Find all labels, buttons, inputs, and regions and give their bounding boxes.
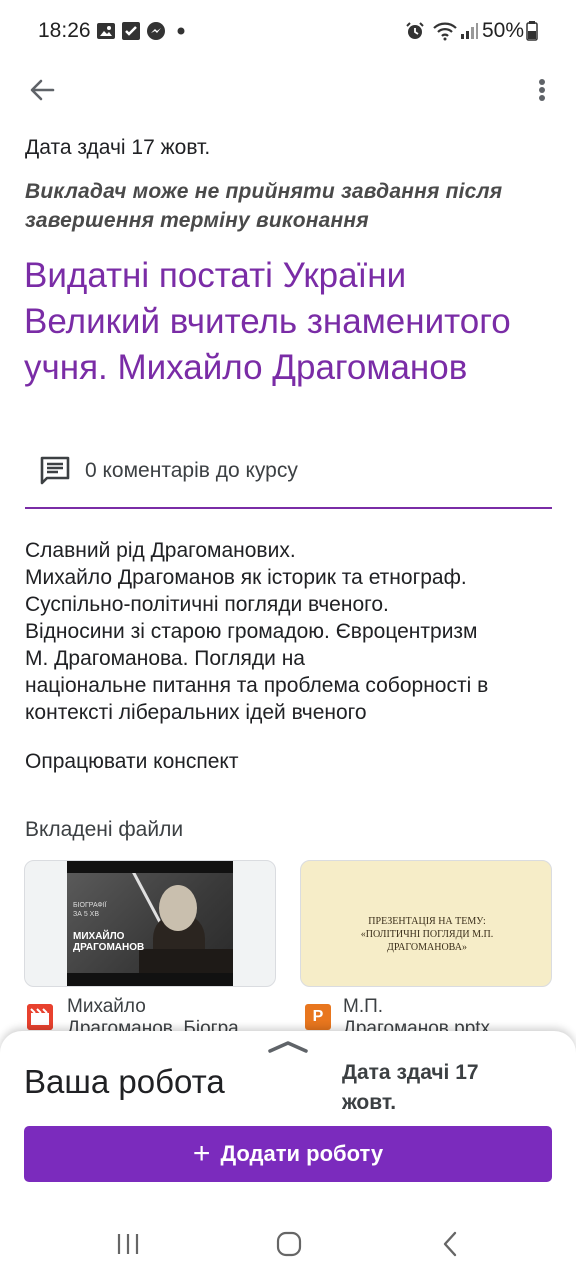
chevron-left-icon (443, 1231, 457, 1257)
attachment-video-card[interactable]: БІОГРАФІЇ ЗА 5 ХВ МИХАЙЛО ДРАГОМАНОВ (24, 860, 276, 987)
attachment-pptx-name[interactable]: М.П. Драгоманов.pptx (343, 996, 543, 1036)
video-file-icon (27, 1004, 53, 1030)
description-line: Славний рід Драгоманових. (25, 539, 296, 562)
add-work-label: Додати роботу (220, 1141, 384, 1166)
attachment-pptx-card[interactable]: ПРЕЗЕНТАЦІЯ НА ТЕМУ: «ПОЛІТИЧНІ ПОГЛЯДИ … (300, 860, 552, 987)
comments-label: 0 коментарів до курсу (85, 459, 298, 482)
alarm-icon (406, 22, 424, 39)
description-line: національне питання та проблема соборнос… (25, 674, 489, 697)
pptx-thumbnail-text: ПРЕЗЕНТАЦІЯ НА ТЕМУ: «ПОЛІТИЧНІ ПОГЛЯДИ … (360, 916, 494, 953)
battery-icon (526, 21, 538, 41)
due-date: Дата здачі 17 жовт. (25, 136, 211, 159)
sheet-due-date: Дата здачі 17 жовт. (342, 1061, 479, 1114)
description-line: Суспільно-політичні погляди вченого. (25, 593, 389, 616)
back-button[interactable] (20, 70, 64, 110)
check-icon (122, 22, 140, 40)
wifi-icon (433, 22, 457, 41)
description-line: М. Драгоманова. Погляди на (25, 647, 305, 670)
more-vert-icon (539, 79, 545, 101)
thumb-small-text: БІОГРАФІЇ ЗА 5 ХВ (73, 902, 107, 918)
status-time: 18:26 (38, 19, 91, 42)
your-work-title: Ваша робота (24, 1063, 225, 1100)
add-work-button[interactable]: + Додати роботу (24, 1126, 552, 1182)
dot-icon (177, 27, 185, 35)
comment-icon (40, 456, 70, 485)
messenger-icon (147, 22, 165, 40)
arrow-back-icon (30, 79, 55, 101)
thumb-title: МИХАЙЛО ДРАГОМАНОВ (73, 931, 145, 953)
assignment-description: Славний рід Драгоманових. Михайло Драгом… (25, 537, 555, 726)
attachment-video-name[interactable]: Михайло Драгоманов. Біогра (67, 996, 267, 1036)
video-thumbnail: БІОГРАФІЇ ЗА 5 ХВ МИХАЙЛО ДРАГОМАНОВ (67, 861, 233, 986)
system-back-button[interactable] (430, 1226, 470, 1262)
chevron-up-icon[interactable] (266, 1037, 310, 1057)
title-line: Великий вчитель знаменитого (24, 302, 511, 341)
task-text: Опрацювати конспект (25, 750, 239, 773)
title-line: Видатні постаті України (24, 256, 407, 295)
home-button[interactable] (269, 1226, 309, 1262)
attachments-heading: Вкладені файли (25, 818, 184, 841)
signal-icon (461, 23, 478, 39)
home-icon (276, 1231, 302, 1257)
title-line: учня. Михайло Драгоманов (24, 348, 468, 387)
recent-apps-button[interactable] (108, 1226, 148, 1262)
class-comments-button[interactable]: 0 коментарів до курсу (25, 447, 552, 509)
more-options-button[interactable] (522, 70, 562, 110)
powerpoint-file-icon: P (305, 1004, 331, 1030)
plus-icon: + (192, 1137, 211, 1170)
description-line: контексті ліберальних ідей вченого (25, 701, 367, 724)
system-nav-bar (0, 1212, 576, 1280)
image-icon (97, 23, 115, 39)
assignment-title: Видатні постаті України Великий вчитель … (24, 253, 554, 391)
description-line: Михайло Драгоманов як історик та етногра… (25, 566, 467, 589)
battery-percent: 50% (482, 19, 525, 42)
recent-apps-icon (117, 1234, 139, 1254)
description-line: Відносини зі старою громадою. Євроцентри… (25, 620, 478, 643)
late-submission-note: Викладач може не прийняти завдання після… (25, 180, 503, 232)
status-bar: 18:26 50% (0, 0, 576, 64)
